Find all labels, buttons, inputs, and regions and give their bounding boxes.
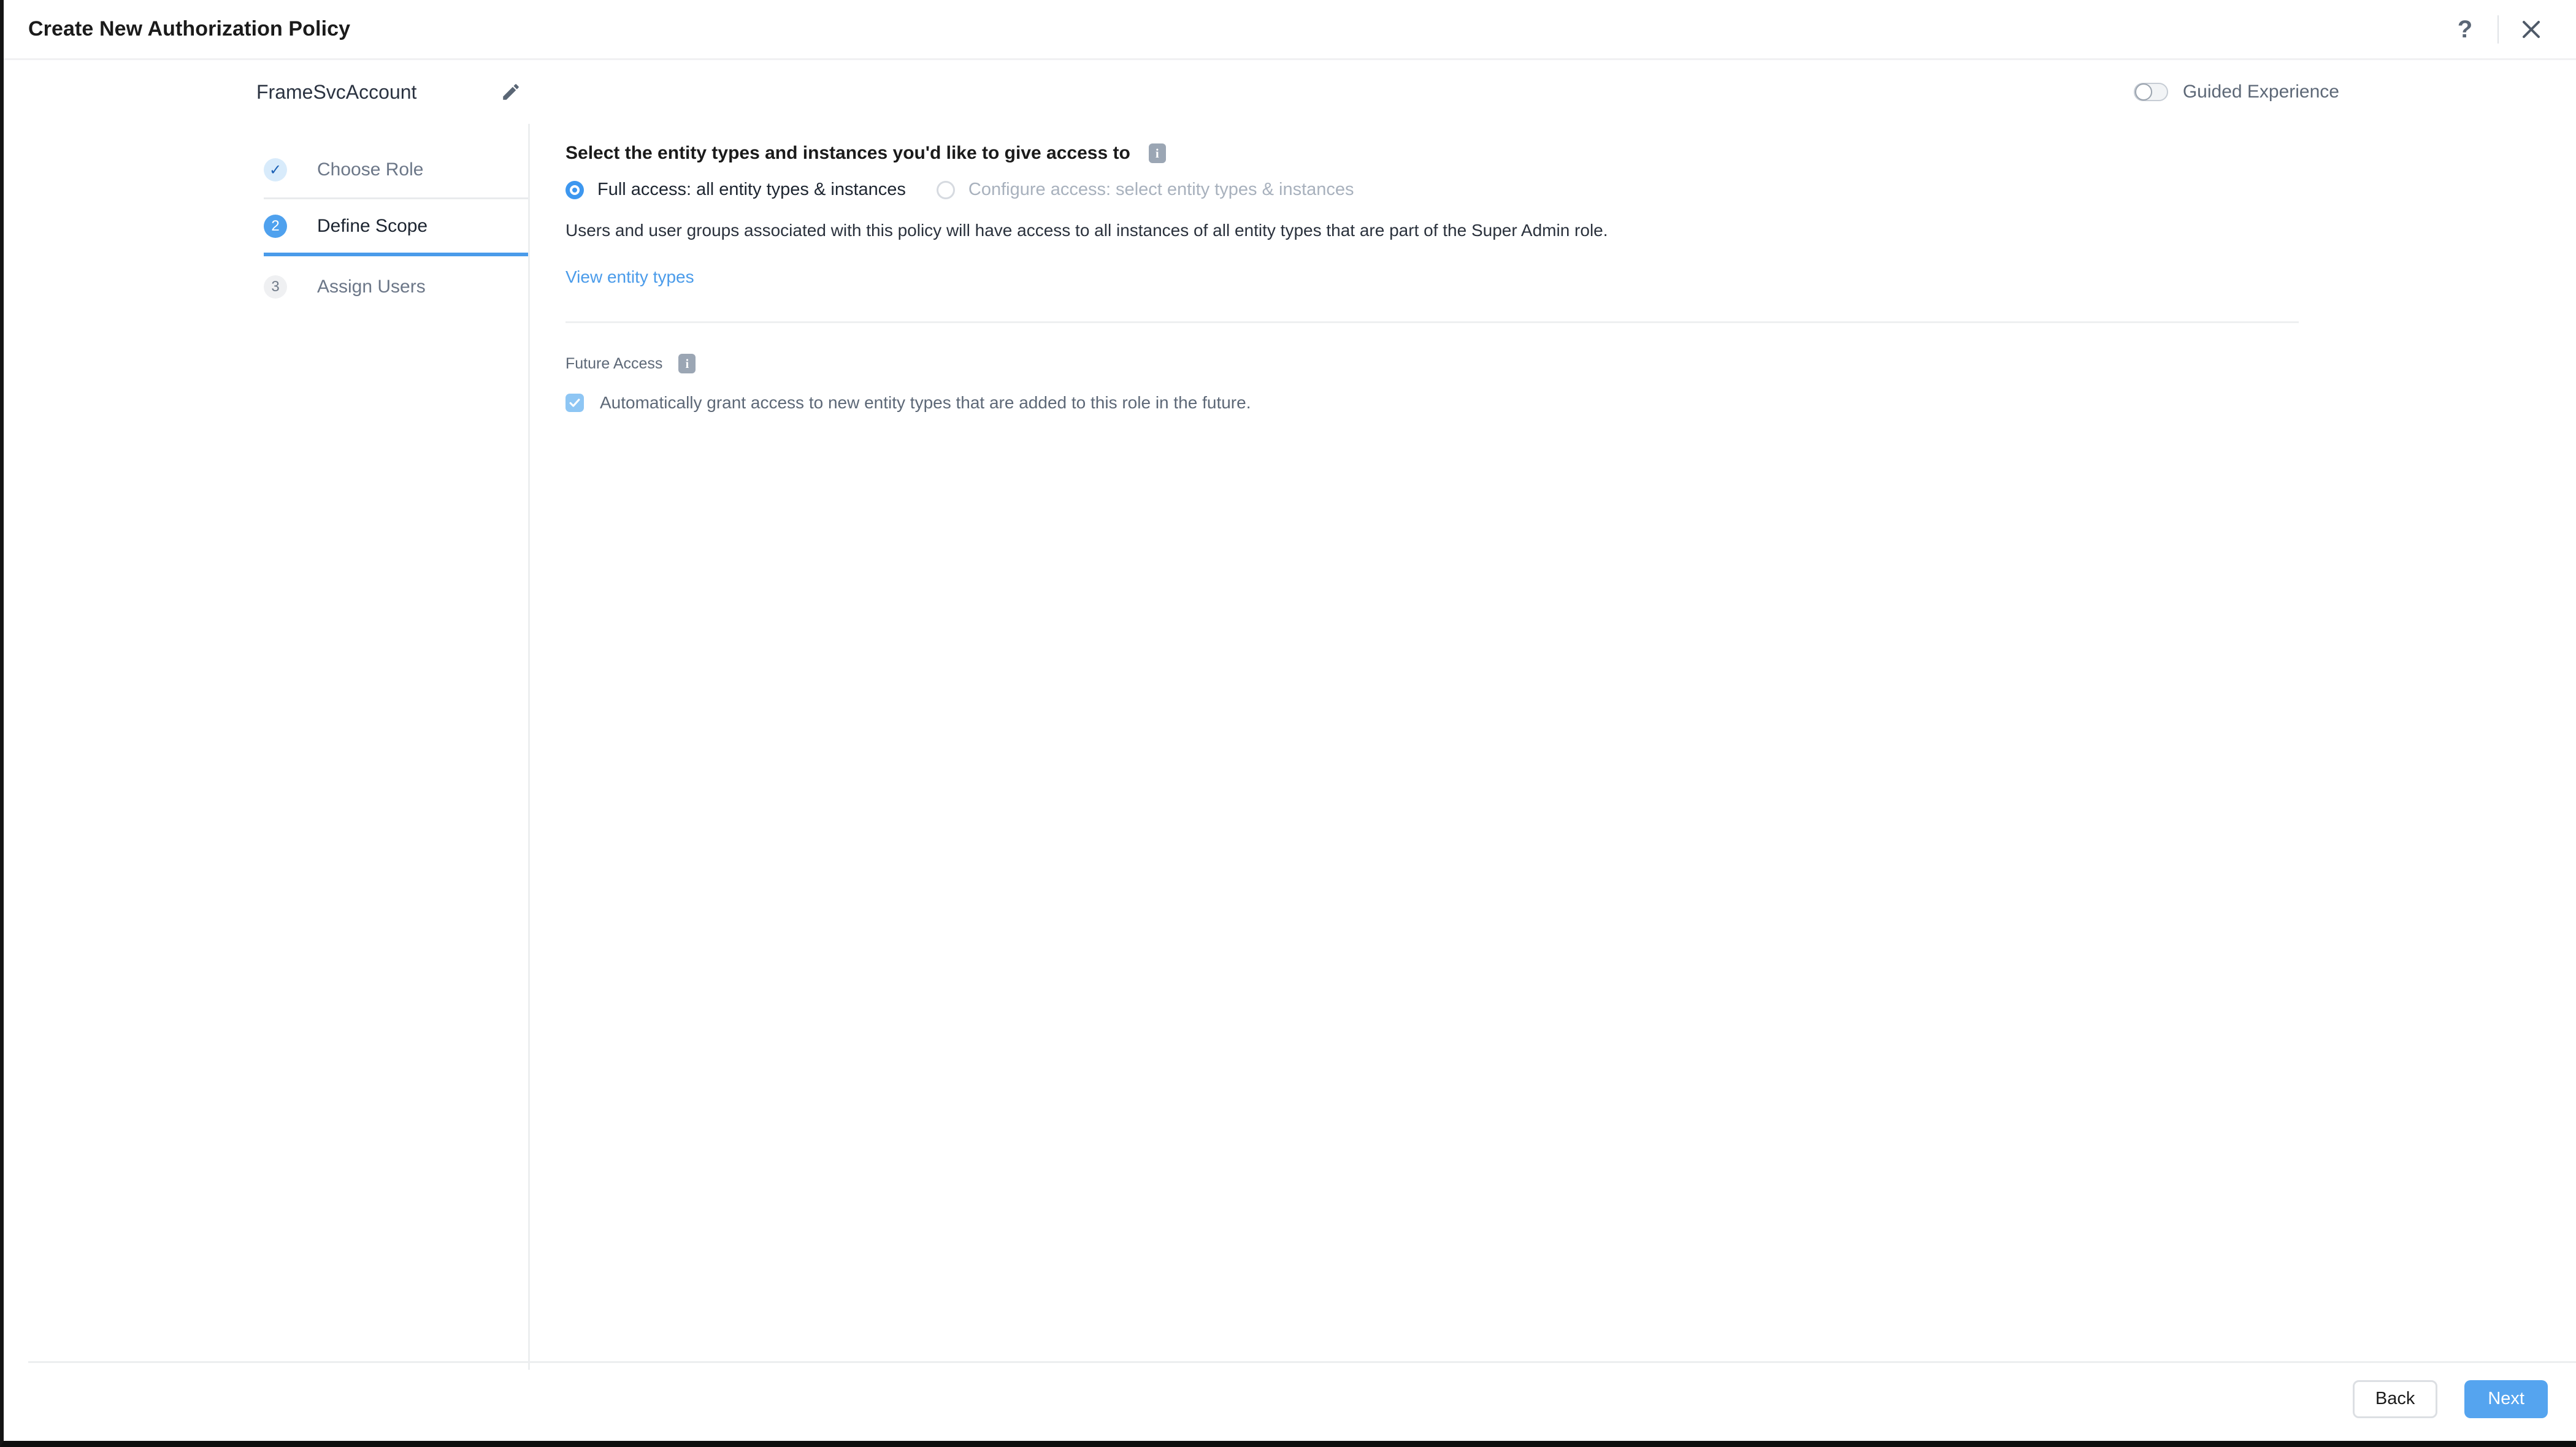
step-item-define-scope[interactable]: 2 Define Scope (264, 199, 528, 256)
scope-heading-text: Select the entity types and instances yo… (565, 143, 1130, 163)
dialog-subheader: FrameSvcAccount Guided Experience (4, 60, 2576, 124)
future-access-label: Future Access (565, 354, 663, 372)
step-item-choose-role[interactable]: ✓ Choose Role (264, 142, 528, 199)
policy-name-group: FrameSvcAccount (256, 78, 524, 105)
dialog-footer: Back Next (28, 1361, 2576, 1435)
help-button[interactable]: ? (2446, 10, 2484, 48)
create-authorization-policy-dialog: Create New Authorization Policy ? FrameS… (0, 0, 2576, 1447)
future-access-label-row: Future Access i (565, 354, 2576, 373)
step-label-assign-users: Assign Users (317, 276, 426, 297)
scope-description: Users and user groups associated with th… (565, 221, 1608, 240)
step-item-assign-users[interactable]: 3 Assign Users (264, 258, 528, 315)
step-badge-check-icon: ✓ (264, 158, 287, 181)
scope-heading-row: Select the entity types and instances yo… (565, 143, 2576, 164)
radio-full-access[interactable]: Full access: all entity types & instance… (565, 180, 906, 200)
policy-name: FrameSvcAccount (256, 80, 417, 103)
pencil-icon (503, 84, 519, 100)
check-icon (569, 399, 580, 407)
guided-experience-label: Guided Experience (2182, 82, 2339, 102)
define-scope-panel: Select the entity types and instances yo… (530, 124, 2576, 1367)
radio-full-access-label: Full access: all entity types & instance… (597, 180, 906, 199)
step-badge-2: 2 (264, 214, 287, 238)
section-divider (565, 321, 2299, 323)
future-access-checkbox-row: Automatically grant access to new entity… (565, 393, 2576, 413)
next-button[interactable]: Next (2464, 1380, 2548, 1418)
access-mode-radio-group: Full access: all entity types & instance… (565, 180, 2576, 200)
dialog-title: Create New Authorization Policy (28, 17, 351, 40)
step-badge-3: 3 (264, 275, 287, 299)
dialog-titlebar: Create New Authorization Policy ? (4, 0, 2576, 60)
titlebar-actions: ? (2446, 10, 2550, 48)
close-icon (2523, 20, 2540, 38)
guided-experience-group: Guided Experience (2133, 82, 2339, 102)
toggle-knob (2134, 83, 2152, 101)
back-button[interactable]: Back (2352, 1380, 2438, 1418)
edit-policy-name-button[interactable] (497, 78, 524, 105)
radio-unselected-icon (936, 180, 955, 199)
scope-heading-info-icon[interactable]: i (1148, 143, 1166, 163)
future-access-checkbox-label: Automatically grant access to new entity… (600, 393, 1251, 412)
future-access-info-icon[interactable]: i (678, 354, 696, 373)
guided-experience-toggle[interactable] (2133, 83, 2168, 101)
dialog-body: ✓ Choose Role 2 Define Scope 3 Assign Us… (4, 124, 2576, 1370)
radio-configure-access: Configure access: select entity types & … (936, 180, 1354, 200)
step-label-define-scope: Define Scope (317, 215, 428, 236)
step-label-choose-role: Choose Role (317, 159, 424, 180)
radio-selected-icon (565, 180, 584, 199)
view-entity-types-link[interactable]: View entity types (565, 267, 694, 287)
titlebar-divider (2497, 15, 2499, 44)
close-button[interactable] (2512, 10, 2550, 48)
wizard-stepper: ✓ Choose Role 2 Define Scope 3 Assign Us… (4, 124, 530, 1370)
radio-configure-access-label: Configure access: select entity types & … (968, 180, 1354, 199)
future-access-checkbox[interactable] (565, 394, 584, 412)
question-mark-icon: ? (2457, 15, 2473, 43)
